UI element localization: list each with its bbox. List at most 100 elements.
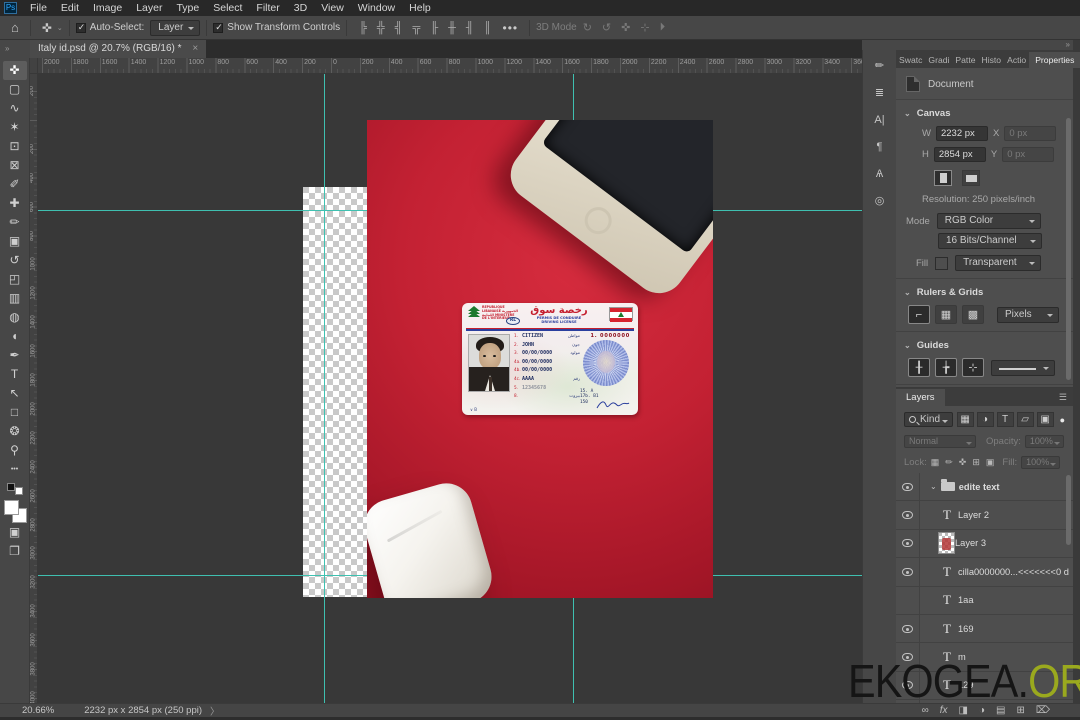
zoom-level[interactable]: 20.66% xyxy=(22,705,54,716)
gradient-tool[interactable]: ▥ xyxy=(3,289,27,308)
tab-properties[interactable]: Properties xyxy=(1029,52,1080,68)
tab-histo[interactable]: Histo xyxy=(979,52,1005,68)
grid-icon[interactable]: ▦ xyxy=(935,305,957,324)
align-top-icon[interactable]: ╦ xyxy=(413,22,421,34)
tool-preset-caret-icon[interactable]: ⌄ xyxy=(57,24,63,32)
eye-cell[interactable] xyxy=(896,558,920,586)
layer-row[interactable]: ⌄ edite text xyxy=(896,473,1073,502)
filter-pixel-layers-icon[interactable]: ▦ xyxy=(956,412,974,427)
dodge-tool[interactable]: ◖ xyxy=(3,327,27,346)
menu-edit[interactable]: Edit xyxy=(54,0,86,16)
layer-row[interactable]: Layer 3 xyxy=(896,529,1073,559)
color-mode-dropdown[interactable]: RGB Color xyxy=(936,213,1041,229)
frame-tool[interactable]: ⊠ xyxy=(3,156,27,175)
filter-smart-objects-icon[interactable]: ▣ xyxy=(1036,412,1054,427)
distribute-center-icon[interactable]: ║ xyxy=(484,22,492,34)
distribute-horizontal-icon[interactable]: ╫ xyxy=(448,22,456,34)
status-chevron-icon[interactable]: 〉 xyxy=(210,704,220,718)
height-input[interactable]: 2854 px xyxy=(933,147,986,162)
eyedropper-tool[interactable]: ✐ xyxy=(3,175,27,194)
quick-mask-button[interactable]: ▣ xyxy=(3,523,27,542)
group-caret-icon[interactable]: ⌄ xyxy=(930,482,937,491)
menu-image[interactable]: Image xyxy=(86,0,129,16)
zoom-tool[interactable]: ⚲ xyxy=(3,441,27,460)
visibility-eye-icon[interactable] xyxy=(902,624,913,633)
rotate-view-tool[interactable]: ❂ xyxy=(3,422,27,441)
visibility-eye-icon[interactable] xyxy=(902,482,913,491)
filter-shape-layers-icon[interactable]: ▱ xyxy=(1016,412,1034,427)
layer-row[interactable]: Tcilla0000000...<<<<<<<0 d xyxy=(896,558,1073,587)
id-card[interactable]: REPUBLIQUE LIBANAISE الجمهورية اللبنانية… xyxy=(462,303,638,415)
portrait-orientation-button[interactable] xyxy=(934,170,952,186)
home-icon[interactable]: ⌂ xyxy=(6,20,24,35)
width-input[interactable]: 2232 px xyxy=(935,126,988,141)
photoshop-logo-icon[interactable]: Ps xyxy=(4,2,17,14)
ruler-icon[interactable]: ⌐ xyxy=(908,305,930,324)
bit-depth-dropdown[interactable]: 16 Bits/Channel xyxy=(938,233,1042,249)
horizontal-ruler[interactable]: 2000 1800 1600 1400 1200 1000 800 600 400 200 0 200… xyxy=(38,58,862,74)
menu-view[interactable]: View xyxy=(314,0,351,16)
menu-3d[interactable]: 3D xyxy=(287,0,314,16)
menu-filter[interactable]: Filter xyxy=(249,0,286,16)
3d-orbit-icon[interactable]: ↻ xyxy=(583,21,592,34)
guide-layout-icon[interactable]: ╆ xyxy=(935,358,957,377)
vertical-guide[interactable] xyxy=(324,74,325,703)
document-tab[interactable]: Italy id.psd @ 20.7% (RGB/16) * × xyxy=(30,40,207,58)
menu-file[interactable]: File xyxy=(23,0,54,16)
chevron-down-icon[interactable]: ⌄ xyxy=(904,109,911,118)
menu-type[interactable]: Type xyxy=(169,0,206,16)
tab-close-icon[interactable]: × xyxy=(192,43,198,54)
eye-cell[interactable] xyxy=(896,586,920,614)
layer-row[interactable]: T 1aa xyxy=(896,586,1073,615)
brush-tool[interactable]: ✏ xyxy=(3,213,27,232)
eye-cell[interactable] xyxy=(896,614,920,643)
guide-style-dropdown[interactable] xyxy=(991,359,1055,376)
distribute-vertical-icon[interactable]: ╟ xyxy=(430,22,438,34)
auto-select-checkbox[interactable] xyxy=(75,22,86,33)
vertical-ruler[interactable]: 2000200400600800100012001400160018002000… xyxy=(30,74,38,703)
align-center-horizontal-icon[interactable]: ╬ xyxy=(377,22,385,34)
visibility-eye-icon[interactable] xyxy=(902,511,913,520)
layer-row[interactable]: T 169 xyxy=(896,614,1073,644)
fill-dropdown[interactable]: Transparent xyxy=(955,255,1042,271)
character-panel-icon[interactable]: A| xyxy=(868,110,892,130)
rectangle-tool[interactable]: □ xyxy=(3,403,27,422)
tool-presets-panel-icon[interactable]: ≣ xyxy=(868,83,892,103)
tab-swatc[interactable]: Swatc xyxy=(896,52,925,68)
tab-gradi[interactable]: Gradi xyxy=(925,52,952,68)
clear-guides-icon[interactable]: ⊹ xyxy=(962,358,984,377)
photo-layer[interactable]: REPUBLIQUE LIBANAISE الجمهورية اللبنانية… xyxy=(367,120,713,598)
menu-window[interactable]: Window xyxy=(351,0,402,16)
lasso-tool[interactable]: ∿ xyxy=(3,99,27,118)
move-tool[interactable]: ✜ xyxy=(2,61,27,80)
visibility-eye-icon[interactable] xyxy=(902,567,913,576)
crop-tool[interactable]: ⊡ xyxy=(3,137,27,156)
3d-pan-icon[interactable]: ✜ xyxy=(621,21,630,34)
layers-panel-menu-icon[interactable]: ☰ xyxy=(1053,389,1073,406)
lock-pixels-icon[interactable]: ✏ xyxy=(945,457,953,468)
visibility-eye-icon[interactable] xyxy=(902,539,913,548)
units-dropdown[interactable]: Pixels xyxy=(997,306,1059,323)
menu-select[interactable]: Select xyxy=(206,0,249,16)
brush-settings-panel-icon[interactable]: ✏ xyxy=(868,56,892,76)
move-tool-icon[interactable]: ✜ xyxy=(37,21,57,35)
align-right-icon[interactable]: ╣ xyxy=(395,22,403,34)
layers-scrollbar[interactable] xyxy=(1066,475,1071,545)
lock-position-icon[interactable]: ✜ xyxy=(959,457,967,468)
mini-color-swatches[interactable] xyxy=(6,483,24,495)
screen-mode-button[interactable]: ❐ xyxy=(3,542,27,561)
clone-source-panel-icon[interactable]: ◎ xyxy=(868,191,892,211)
lock-transparency-icon[interactable]: ▦ xyxy=(931,457,940,468)
toolbar-collapse[interactable]: » xyxy=(0,40,30,58)
3d-camera-icon[interactable]: ⏵ xyxy=(660,21,666,34)
more-options-icon[interactable]: ••• xyxy=(498,21,524,35)
lock-all-icon[interactable]: ▣ xyxy=(986,457,995,468)
filter-type-layers-icon[interactable]: T xyxy=(996,412,1014,427)
align-left-icon[interactable]: ╠ xyxy=(359,22,367,34)
3d-slide-icon[interactable]: ⊹ xyxy=(640,21,649,34)
pen-tool[interactable]: ✒ xyxy=(3,346,27,365)
new-guide-icon[interactable]: ╂ xyxy=(908,358,930,377)
layer-name[interactable]: cilla0000000...<<<<<<<0 d xyxy=(958,567,1069,577)
snap-icon[interactable]: ▩ xyxy=(962,305,984,324)
horizontal-guide[interactable] xyxy=(38,575,367,576)
